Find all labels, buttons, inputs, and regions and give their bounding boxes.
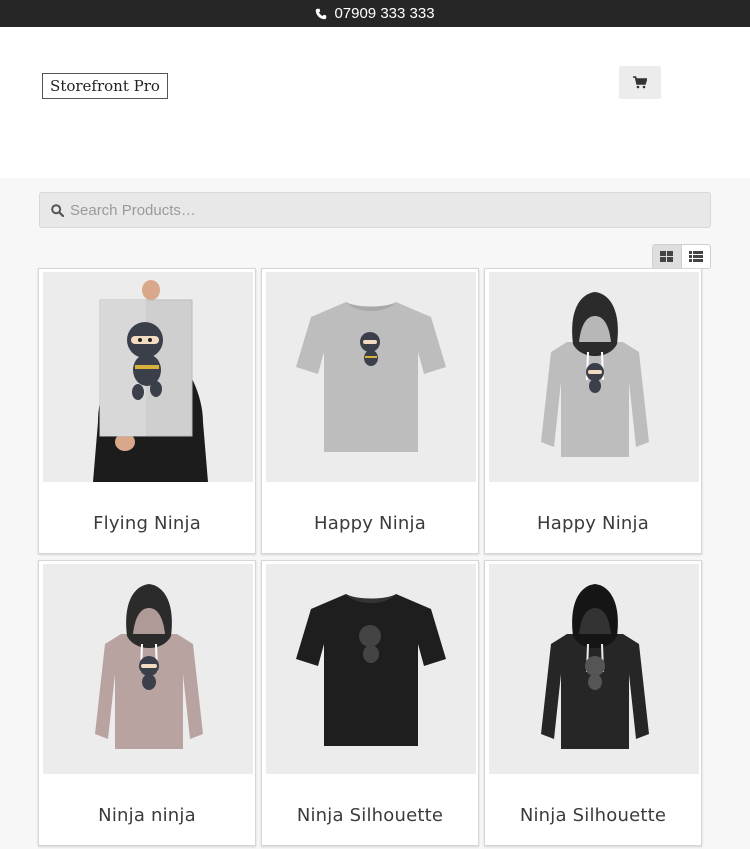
phone-icon bbox=[316, 8, 327, 19]
search-input[interactable] bbox=[70, 201, 670, 219]
product-name[interactable]: Happy Ninja bbox=[485, 513, 701, 534]
site-logo[interactable]: Storefront Pro bbox=[42, 73, 168, 99]
grid-view-button[interactable] bbox=[653, 245, 682, 268]
product-name[interactable]: Ninja Silhouette bbox=[262, 805, 478, 826]
top-contact-bar: 07909 333 333 bbox=[0, 0, 750, 27]
product-card[interactable]: Ninja Silhouette bbox=[261, 560, 479, 846]
product-name[interactable]: Ninja Silhouette bbox=[485, 805, 701, 826]
phone-number[interactable]: 07909 333 333 bbox=[334, 5, 434, 22]
cart-button[interactable] bbox=[619, 66, 661, 99]
product-name[interactable]: Ninja ninja bbox=[39, 805, 255, 826]
site-header: Storefront Pro bbox=[0, 27, 750, 178]
product-card[interactable]: Ninja Silhouette bbox=[484, 560, 702, 846]
search-icon bbox=[51, 203, 64, 217]
product-name[interactable]: Flying Ninja bbox=[39, 513, 255, 534]
product-card[interactable]: Happy Ninja bbox=[484, 268, 702, 554]
product-name[interactable]: Happy Ninja bbox=[262, 513, 478, 534]
product-image-poster[interactable] bbox=[43, 272, 253, 482]
list-view-button[interactable] bbox=[682, 245, 710, 268]
product-card[interactable]: Happy Ninja bbox=[261, 268, 479, 554]
grid-view-icon bbox=[660, 251, 674, 262]
product-image-hoodie-pink[interactable] bbox=[43, 564, 253, 774]
product-image-tshirt-black[interactable] bbox=[266, 564, 476, 774]
product-card[interactable]: Flying Ninja bbox=[38, 268, 256, 554]
product-image-tshirt-grey[interactable] bbox=[266, 272, 476, 482]
cart-icon bbox=[633, 76, 647, 89]
product-image-hoodie-black[interactable] bbox=[489, 564, 699, 774]
view-toggle bbox=[652, 244, 711, 269]
list-view-icon bbox=[688, 251, 703, 262]
product-card[interactable]: Ninja ninja bbox=[38, 560, 256, 846]
product-search[interactable] bbox=[39, 192, 711, 228]
product-image-hoodie-grey[interactable] bbox=[489, 272, 699, 482]
